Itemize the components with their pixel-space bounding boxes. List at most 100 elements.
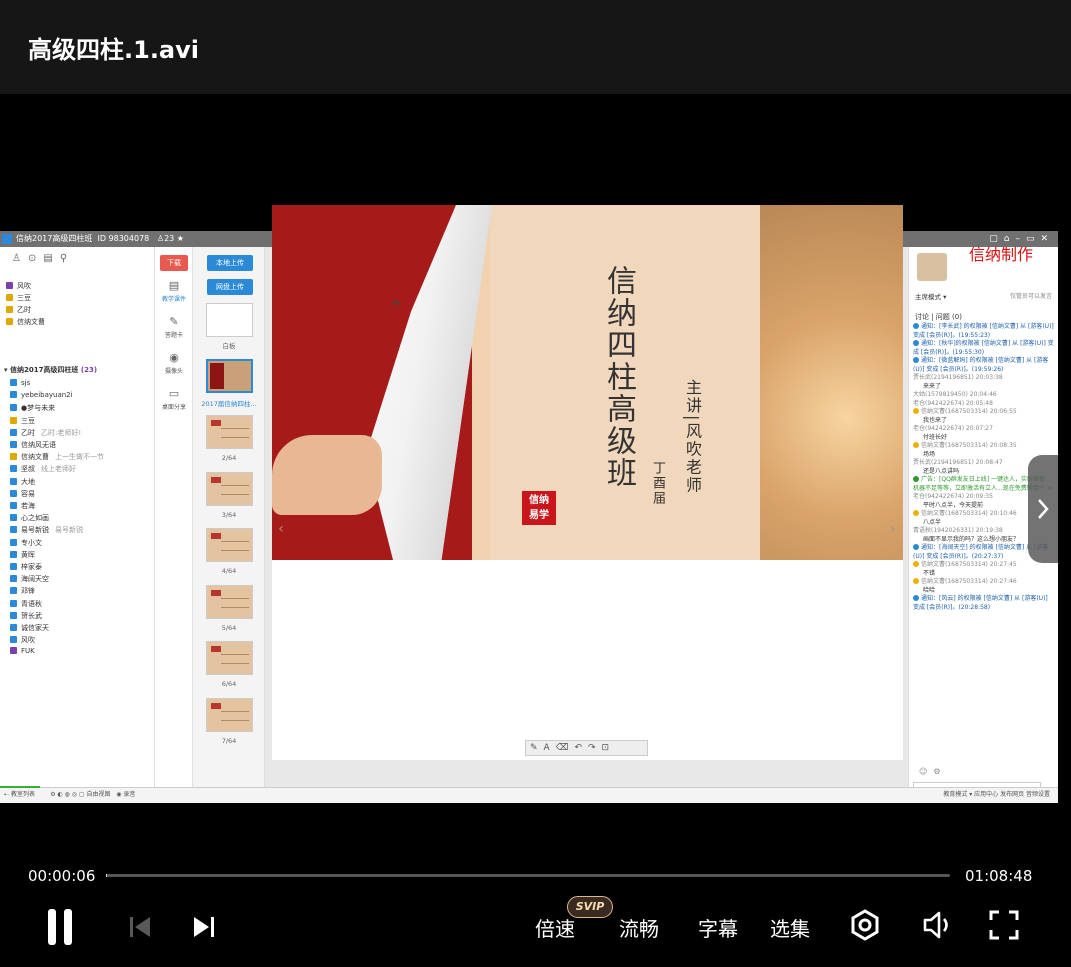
list-item[interactable]: 容易 xyxy=(10,489,35,499)
status-right[interactable]: 教育模式 ▾ 应用中心 发布网页 音频设置 xyxy=(943,788,1050,802)
chat-message: 通知：[微蓝解妈] 的权限被 [信纳文曹] 从 [游客(U)] 变成 [会员(R… xyxy=(913,357,1049,373)
pause-button[interactable] xyxy=(46,909,74,945)
user-icon xyxy=(10,599,17,607)
chat-message: 我也来了 xyxy=(923,416,948,424)
list-item[interactable]: 信纳文曹 上一生做不一节 xyxy=(10,452,104,462)
prev-slide-button[interactable]: ‹ xyxy=(274,509,288,549)
thumb-whiteboard[interactable] xyxy=(206,303,253,337)
local-upload-button[interactable]: 本地上传 xyxy=(207,255,253,271)
location-icon: ⊙ xyxy=(27,253,44,264)
member-status: 上一生做不一节 xyxy=(55,453,104,462)
record-label[interactable]: 录音 xyxy=(123,791,135,798)
list-item[interactable]: 乙时 xyxy=(6,305,31,315)
list-item[interactable]: 风吹 xyxy=(10,635,35,645)
slide-thumb[interactable] xyxy=(206,528,253,562)
list-item[interactable]: 梓家泰 xyxy=(10,562,42,572)
chat-message: 大姑(1579819450) 20:04:46 xyxy=(913,391,997,398)
emoji-icon[interactable]: ☺ xyxy=(919,767,933,776)
list-item[interactable]: FUK xyxy=(10,647,35,655)
people-icon: ♙ xyxy=(12,253,28,264)
member-list-panel: ♙⊙▤⚲ 风吹 三豆 乙时 信纳文曹 ▾ 信纳2017高级四柱班 (23) sj… xyxy=(0,247,155,787)
list-item[interactable]: 坚叔 线上老师好 xyxy=(10,464,76,474)
list-item[interactable]: yebeibayuan2i xyxy=(10,391,73,399)
list-item[interactable]: 信纳风无语 xyxy=(10,440,56,450)
course-slide: 信纳四柱高级班 主讲|风吹老师 丁酉届 信纳 易学 ✛ xyxy=(272,205,903,560)
list-item[interactable]: sjs xyxy=(10,379,30,387)
list-item[interactable]: 三豆 xyxy=(6,293,31,303)
search-icon: ⚲ xyxy=(59,253,75,264)
list-item[interactable]: 青语秋 xyxy=(10,599,42,609)
thumb-label: 白板 xyxy=(222,342,236,350)
list-item[interactable]: 乙时 乙时:老师好! xyxy=(10,428,81,438)
list-item[interactable]: 三豆 xyxy=(10,416,35,426)
list-item[interactable]: 黄晖 xyxy=(10,550,35,560)
video-area[interactable]: 信纳2017高级四柱班 ID 98304078 ♙23 ★ ▢⌂–▭✕ ♙⊙▤⚲… xyxy=(0,94,1058,864)
slide-thumb[interactable] xyxy=(206,415,253,449)
list-item[interactable]: 大地 xyxy=(10,477,35,487)
user-icon xyxy=(10,563,17,570)
chat-tabs[interactable]: 讨论 | 问题 (0) xyxy=(915,312,962,322)
list-item[interactable]: 诚信家天 xyxy=(10,623,49,633)
redo-icon[interactable]: ↷ xyxy=(588,743,602,753)
speed-button[interactable]: 倍速 xyxy=(535,913,575,942)
list-item[interactable]: 风吹 xyxy=(6,281,31,291)
courseware-tool[interactable]: ▤ 教学课件 xyxy=(157,279,191,303)
volume-button[interactable] xyxy=(921,908,955,942)
slide-thumb[interactable] xyxy=(206,697,253,732)
list-item[interactable]: 心之如画 xyxy=(10,513,49,523)
brush-icon[interactable]: ✎ xyxy=(530,743,544,753)
free-view-label[interactable]: 自由视图 xyxy=(87,791,111,798)
list-item[interactable]: 信纳文曹 xyxy=(6,317,45,327)
list-item[interactable]: 专小文 xyxy=(10,538,42,548)
eraser-icon[interactable]: ⌫ xyxy=(556,743,575,753)
progress-bar[interactable] xyxy=(106,874,950,877)
progress-fill xyxy=(106,874,108,877)
list-item[interactable]: 若海 xyxy=(10,501,35,511)
pause-icon xyxy=(48,909,56,945)
fullscreen-button[interactable] xyxy=(987,908,1021,942)
member-name: 大地 xyxy=(21,477,35,486)
mode-select[interactable]: 主席模式 ▾ xyxy=(915,291,946,301)
list-item[interactable]: ●梦与未来 xyxy=(10,403,55,413)
room-list-label[interactable]: 教室列表 xyxy=(11,791,35,798)
slide-thumb[interactable] xyxy=(206,641,253,675)
cloud-upload-button[interactable]: 网盘上传 xyxy=(207,279,253,295)
class-section-title[interactable]: ▾ 信纳2017高级四柱班 (23) xyxy=(4,365,97,375)
member-name: 诚信家天 xyxy=(21,624,49,632)
list-item[interactable]: 贺长武 xyxy=(10,611,42,621)
chat-message: 通知：[秋华]的权限被 [信纳文曹] 从 [游客(U)] 变成 [会员(R)]。… xyxy=(913,340,1054,356)
user-icon xyxy=(10,636,17,644)
screen-share-tool[interactable]: ▭ 桌面分享 xyxy=(157,387,191,411)
thumb-selected[interactable] xyxy=(206,359,253,393)
side-next-button[interactable] xyxy=(1028,455,1058,563)
answer-card-tool[interactable]: ✎ 答题卡 xyxy=(157,315,191,339)
undo-icon[interactable]: ↶ xyxy=(574,743,588,753)
thumb-label: 2017届信纳四柱... xyxy=(201,400,257,408)
info-icon xyxy=(913,595,919,601)
episode-button[interactable]: 选集 xyxy=(770,913,810,942)
chat-message: 信纳文曹(1687503314) 20:06:55 xyxy=(913,408,1055,417)
member-name: yebeibayuan2i xyxy=(21,391,73,400)
list-item[interactable]: 邓锋 xyxy=(10,586,35,596)
gear-icon[interactable]: ⚙ xyxy=(933,767,946,776)
info-icon xyxy=(913,476,919,482)
member-name: 若海 xyxy=(21,502,35,510)
member-name: sjs xyxy=(21,379,31,387)
text-icon[interactable]: A xyxy=(544,743,556,753)
subtitle-button[interactable]: 字幕 xyxy=(698,913,738,942)
next-button[interactable] xyxy=(192,915,216,939)
camera-tool[interactable]: ◉ 摄像头 xyxy=(157,351,191,375)
slide-thumb[interactable] xyxy=(206,471,253,506)
lock-icon[interactable]: ⊡ xyxy=(602,743,616,753)
quality-button[interactable]: 流畅 xyxy=(619,913,659,942)
chat-message: 信纳文曹(1687503314) 20:27:45 xyxy=(913,561,1055,570)
member-status: 线上老师好 xyxy=(41,465,76,474)
list-item[interactable]: 海阔天空 xyxy=(10,574,49,584)
user-icon xyxy=(913,561,919,567)
download-button[interactable]: 下载 xyxy=(160,255,188,271)
list-item[interactable]: 易号新锐 易号新锐 xyxy=(10,525,83,535)
previous-button[interactable] xyxy=(128,915,152,939)
settings-button[interactable] xyxy=(848,908,882,942)
next-slide-button[interactable]: › xyxy=(886,509,900,549)
slide-thumb[interactable] xyxy=(206,584,253,619)
